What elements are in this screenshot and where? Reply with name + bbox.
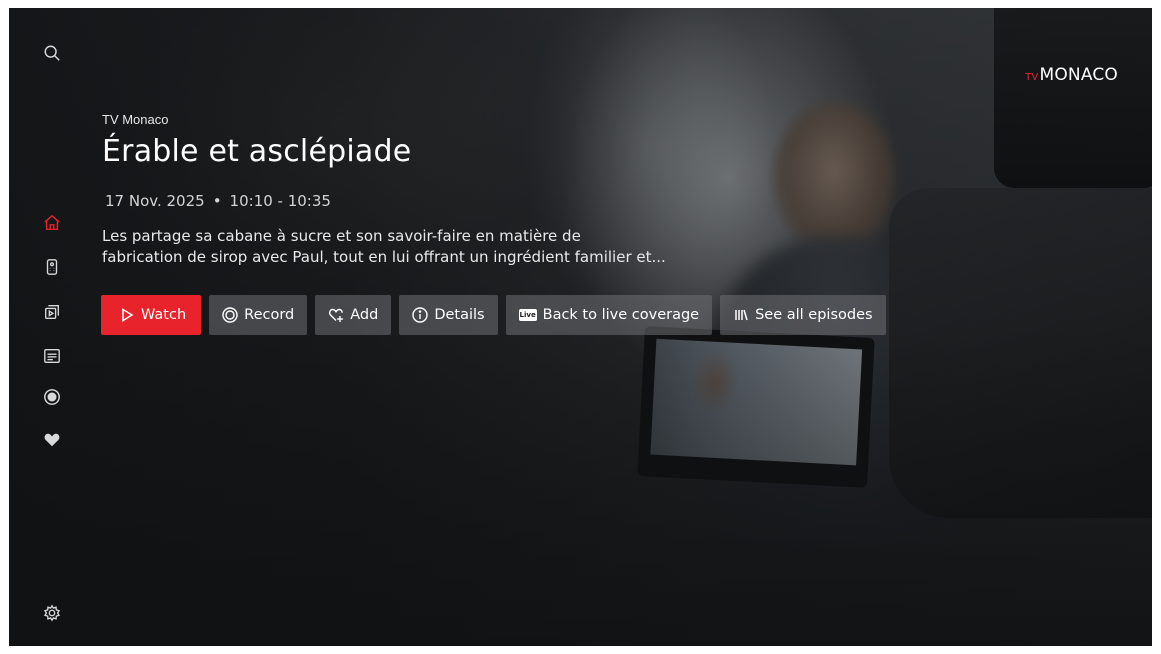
back-to-live-label: Back to live coverage — [542, 307, 700, 323]
description-line: fabrication de sirop avec Paul, tout en … — [102, 248, 666, 266]
see-all-episodes-label: See all episodes — [755, 307, 873, 323]
guide-icon[interactable] — [43, 347, 61, 365]
library-icon[interactable] — [43, 303, 61, 321]
app-frame: TVMONACO TV Monaco Érable et asclépiade … — [9, 8, 1152, 646]
heart-icon[interactable] — [43, 431, 61, 449]
add-button[interactable]: Add — [315, 295, 392, 335]
channel-name: TV Monaco — [102, 112, 169, 127]
watch-button[interactable]: Watch — [101, 295, 202, 335]
program-time: 10:10 - 10:35 — [229, 192, 331, 210]
heart-plus-icon — [329, 308, 344, 322]
record-label: Record — [244, 307, 295, 323]
action-bar: Watch Record Add Details Live Back to li… — [101, 295, 886, 335]
channel-logo: TVMONACO — [1025, 65, 1118, 85]
record-icon[interactable] — [43, 388, 61, 406]
separator: • — [212, 192, 222, 210]
home-icon[interactable] — [43, 214, 61, 232]
record-button[interactable]: Record — [209, 295, 308, 335]
details-label: Details — [434, 307, 485, 323]
info-icon — [412, 307, 429, 323]
program-schedule: 17 Nov. 2025 • 10:10 - 10:35 — [105, 192, 331, 210]
back-to-live-button[interactable]: Live Back to live coverage — [505, 295, 713, 335]
play-icon — [122, 308, 134, 322]
sidebar — [9, 8, 79, 646]
search-icon[interactable] — [43, 44, 61, 62]
program-date: 17 Nov. 2025 — [105, 192, 205, 210]
gear-icon[interactable] — [43, 604, 61, 622]
program-title: Érable et asclépiade — [102, 134, 412, 169]
episodes-icon — [735, 309, 748, 321]
add-label: Add — [350, 307, 379, 323]
description-line: Les partage sa cabane à sucre et son sav… — [102, 227, 581, 245]
logo-name: MONACO — [1039, 65, 1118, 85]
live-icon: Live — [518, 309, 537, 321]
program-description: Les partage sa cabane à sucre et son sav… — [102, 226, 702, 268]
see-all-episodes-button[interactable]: See all episodes — [720, 295, 886, 335]
logo-prefix: TV — [1025, 72, 1039, 83]
record-icon — [222, 307, 238, 323]
remote-icon[interactable] — [43, 258, 61, 276]
watch-label: Watch — [141, 307, 187, 323]
details-button[interactable]: Details — [399, 295, 498, 335]
